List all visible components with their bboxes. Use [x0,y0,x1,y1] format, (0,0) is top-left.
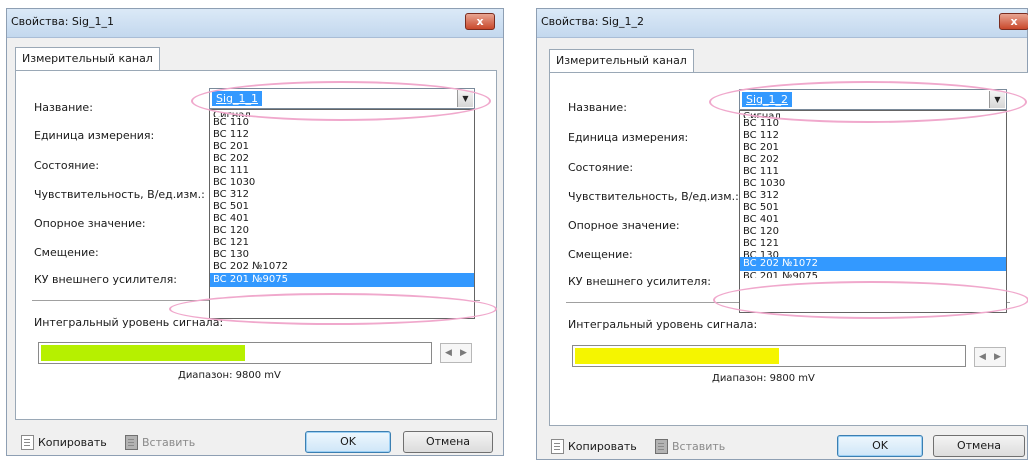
signal-level-label: Интегральный уровень сигнала: [34,316,224,329]
title-bar[interactable]: Свойства: Sig_1_2 x [537,9,1028,38]
copy-icon [551,439,564,454]
close-button[interactable]: x [999,13,1028,30]
ok-button[interactable]: OK [837,435,923,457]
dropdown-item[interactable]: BC 1030 [740,178,1006,190]
window-title: Свойства: Sig_1_1 [11,15,114,28]
scroll-spinner[interactable]: ◀ ▶ [974,347,1006,367]
dropdown-item[interactable]: BC 202 [740,154,1006,166]
dropdown-item[interactable]: BC 201 [740,142,1006,154]
dropdown-item[interactable]: BC 312 [740,190,1006,202]
name-label: Название: [34,101,93,114]
chevron-right-icon[interactable]: ▶ [460,348,467,358]
properties-dialog-sig-1-1: Свойства: Sig_1_1 x Измерительный канал … [6,8,504,456]
signal-level-fill [41,345,245,361]
window-title: Свойства: Sig_1_2 [541,15,644,28]
unit-label: Единица измерения: [568,131,689,144]
signal-level-fill [575,348,779,364]
annotation-ellipse [713,281,1028,319]
state-label: Состояние: [34,159,100,172]
dropdown-item[interactable]: BC 201 [210,141,474,153]
name-label: Название: [568,101,627,114]
dropdown-item[interactable]: BC 130 [210,249,474,261]
annotation-ellipse [709,81,1027,123]
dropdown-item[interactable]: BC 202 №1072 [210,261,474,273]
dropdown-item[interactable]: BC 312 [210,189,474,201]
sensitivity-label: Чувствительность, В/ед.изм.: [568,190,739,203]
dropdown-item[interactable]: BC 130 [740,250,1006,257]
title-bar[interactable]: Свойства: Sig_1_1 x [7,9,503,38]
range-label: Диапазон: 9800 mV [178,370,281,381]
reference-label: Опорное значение: [568,219,680,232]
paste-button[interactable]: Вставить [655,439,725,454]
dropdown-item[interactable]: BC 121 [210,237,474,249]
annotation-ellipse [169,293,497,325]
paste-icon [655,439,668,454]
reference-label: Опорное значение: [34,217,146,230]
dropdown-item[interactable]: BC 401 [740,214,1006,226]
cancel-button[interactable]: Отмена [933,435,1025,457]
offset-label: Смещение: [34,246,99,259]
dropdown-item[interactable]: BC 501 [740,202,1006,214]
dropdown-item-selected[interactable]: BC 201 №9075 [210,273,474,287]
name-dropdown-list[interactable]: Сигнал BC 110 BC 112 BC 201 BC 202 BC 11… [209,109,475,319]
gain-label: КУ внешнего усилителя: [568,275,711,288]
scroll-spinner[interactable]: ◀ ▶ [440,343,472,363]
copy-label: Копировать [568,440,637,453]
close-button[interactable]: x [465,13,495,30]
paste-icon [125,435,138,450]
unit-label: Единица измерения: [34,129,155,142]
gain-label: КУ внешнего усилителя: [34,273,177,286]
annotation-ellipse [191,81,491,121]
dropdown-item[interactable]: BC 121 [740,238,1006,250]
tab-measurement-channel[interactable]: Измерительный канал [549,49,694,73]
chevron-left-icon[interactable]: ◀ [979,352,986,362]
dropdown-item[interactable]: BC 111 [740,166,1006,178]
chevron-left-icon[interactable]: ◀ [445,348,452,358]
dropdown-item[interactable]: BC 501 [210,201,474,213]
dropdown-item-selected[interactable]: BC 202 №1072 [740,257,1006,271]
paste-button[interactable]: Вставить [125,435,195,450]
dropdown-item[interactable]: BC 1030 [210,177,474,189]
copy-label: Копировать [38,436,107,449]
ok-button[interactable]: OK [305,431,391,453]
cancel-button[interactable]: Отмена [403,431,493,453]
dropdown-item[interactable]: BC 202 [210,153,474,165]
chevron-right-icon[interactable]: ▶ [994,352,1001,362]
dropdown-item[interactable]: BC 201 №9075 [740,271,1006,278]
dropdown-item[interactable]: BC 111 [210,165,474,177]
signal-level-label: Интегральный уровень сигнала: [568,318,758,331]
state-label: Состояние: [568,161,634,174]
dropdown-item[interactable]: BC 401 [210,213,474,225]
range-label: Диапазон: 9800 mV [712,373,815,384]
paste-label: Вставить [672,440,726,453]
paste-label: Вставить [142,436,196,449]
dropdown-item[interactable]: BC 112 [740,130,1006,142]
sensitivity-label: Чувствительность, В/ед.изм.: [34,188,205,201]
offset-label: Смещение: [568,248,633,261]
signal-level-meter [572,345,966,367]
copy-button[interactable]: Копировать [551,439,637,454]
copy-icon [21,435,34,450]
dropdown-item[interactable]: BC 120 [740,226,1006,238]
dropdown-item[interactable]: BC 112 [210,129,474,141]
properties-dialog-sig-1-2: Свойства: Sig_1_2 x Измерительный канал … [536,8,1028,460]
tab-measurement-channel[interactable]: Измерительный канал [15,47,160,71]
signal-level-meter [38,342,432,364]
copy-button[interactable]: Копировать [21,435,107,450]
dropdown-item[interactable]: BC 120 [210,225,474,237]
